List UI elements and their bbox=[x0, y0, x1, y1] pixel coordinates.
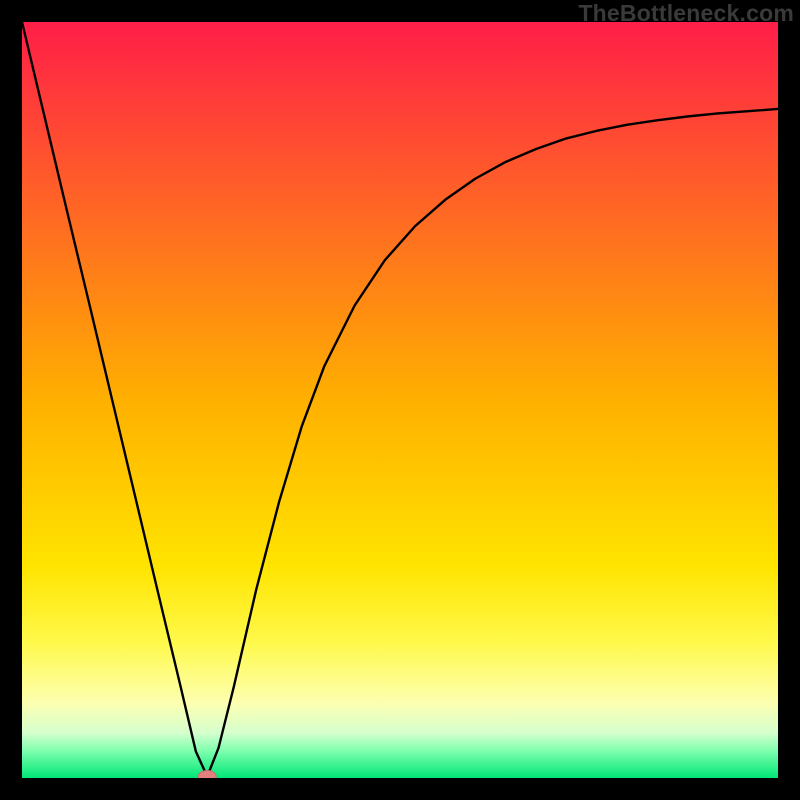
plot-area bbox=[22, 22, 778, 778]
attribution-label: TheBottleneck.com bbox=[578, 0, 794, 27]
gradient-background bbox=[22, 22, 778, 778]
bottleneck-chart bbox=[22, 22, 778, 778]
optimal-point-marker bbox=[198, 770, 216, 778]
chart-frame: TheBottleneck.com bbox=[0, 0, 800, 800]
